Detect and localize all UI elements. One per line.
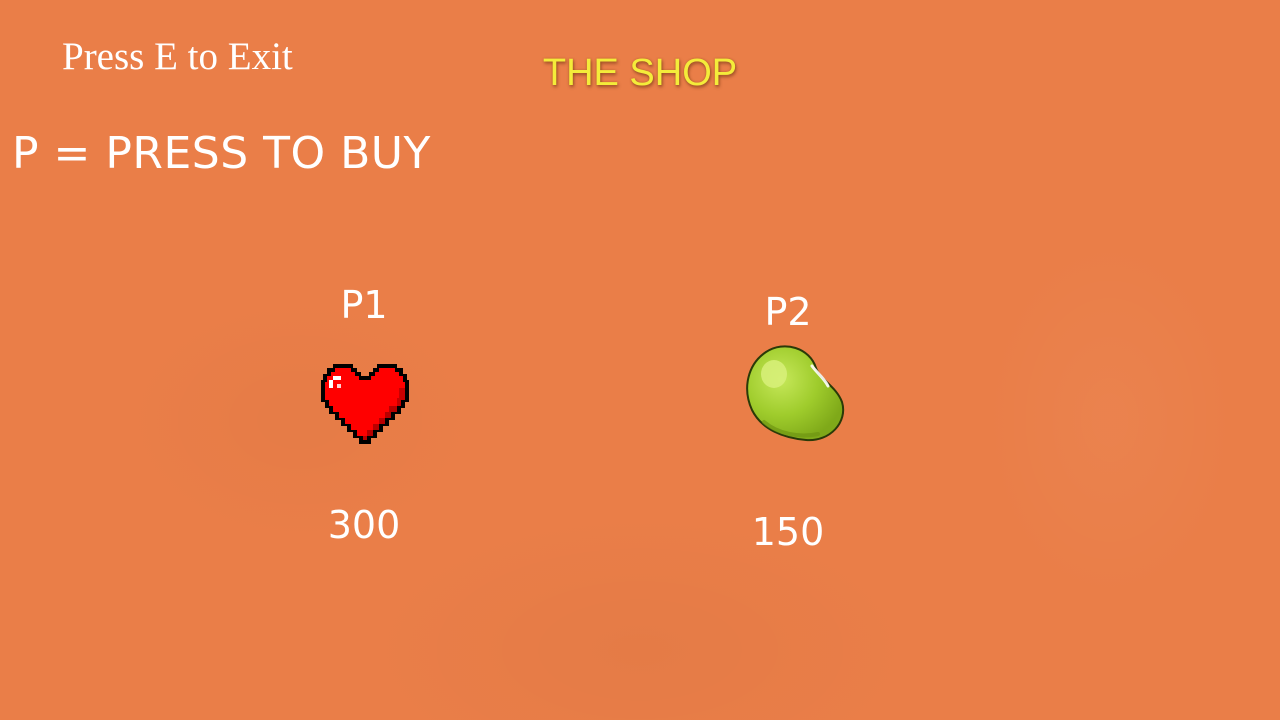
item-price: 150 xyxy=(751,510,825,554)
jelly-bean-icon xyxy=(744,342,848,446)
heart-icon xyxy=(319,362,411,448)
shop-title: THE SHOP xyxy=(542,52,738,94)
shop-background xyxy=(0,0,1280,720)
item-price: 300 xyxy=(327,503,401,547)
item-key-label: P1 xyxy=(340,283,388,327)
item-key-label: P2 xyxy=(764,290,812,334)
buy-hint: P = PRESS TO BUY xyxy=(12,128,431,179)
